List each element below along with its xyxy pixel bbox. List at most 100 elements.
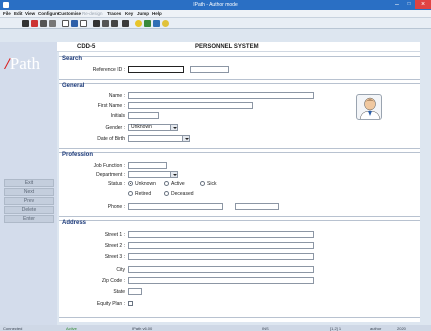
- version-status: IPath v6.00: [132, 325, 153, 331]
- first-name-input[interactable]: [128, 102, 253, 109]
- city-label: City: [116, 267, 125, 273]
- street1-input[interactable]: [128, 231, 314, 238]
- chevron-down-icon[interactable]: [170, 172, 177, 177]
- enter-button[interactable]: Enter: [4, 215, 54, 223]
- gender-label: Gender :: [105, 125, 125, 131]
- chart-icon[interactable]: [122, 20, 129, 27]
- copy-icon[interactable]: [49, 20, 56, 27]
- pie-icon[interactable]: [111, 20, 118, 27]
- state-input[interactable]: [128, 288, 142, 295]
- user-status: author: [370, 325, 382, 331]
- minimize-button[interactable]: –: [391, 0, 403, 9]
- toolbar: [0, 18, 431, 29]
- equity-plan-label: Equity Plan :: [96, 301, 125, 307]
- address-section: Address Street 1 : Street 2 : Street 3 :…: [59, 220, 420, 318]
- menu-configure[interactable]: Configure: [38, 11, 59, 16]
- street2-input[interactable]: [128, 242, 314, 249]
- status-deceased-radio[interactable]: [164, 191, 169, 196]
- profession-title: Profession: [62, 152, 94, 158]
- initials-label: Initials: [110, 113, 125, 119]
- table-icon[interactable]: [93, 20, 100, 27]
- menu-help[interactable]: Help: [152, 11, 162, 16]
- reference-id-input[interactable]: [128, 66, 184, 73]
- status-retired-radio[interactable]: [128, 191, 133, 196]
- system-title: PERSONNEL SYSTEM: [195, 44, 259, 50]
- exit-button[interactable]: Exit: [4, 179, 54, 187]
- first-name-label: First Name :: [97, 103, 125, 109]
- left-pane: /Path Exit Next Prev Delete Enter: [0, 42, 57, 325]
- form-panel: Search Reference ID : General Name : Fir…: [59, 52, 420, 322]
- clock-icon[interactable]: [162, 20, 169, 27]
- position-status: [1,2] 1: [330, 325, 342, 331]
- window-title: IPath - Author mode: [193, 2, 238, 8]
- street2-label: Street 2 :: [104, 243, 125, 249]
- status-unknown-radio[interactable]: [128, 181, 133, 186]
- job-function-label: Job Function :: [93, 163, 125, 169]
- reference-id-label: Reference ID :: [92, 67, 125, 73]
- status-sick-radio[interactable]: [200, 181, 205, 186]
- form-header: CDD-5 PERSONNEL SYSTEM: [57, 42, 420, 52]
- insert-icon[interactable]: [71, 20, 78, 27]
- equity-plan-checkbox[interactable]: [128, 301, 133, 306]
- status-active-label: Active: [171, 181, 185, 187]
- connection-status: Connected: [3, 325, 23, 331]
- delete-button[interactable]: Delete: [4, 206, 54, 214]
- next-button[interactable]: Next: [4, 188, 54, 196]
- department-select[interactable]: [128, 171, 178, 178]
- menu-view[interactable]: View: [25, 11, 35, 16]
- menu-traces[interactable]: Traces: [107, 11, 121, 16]
- zip-input[interactable]: [128, 277, 314, 284]
- state-label: State: [113, 289, 125, 295]
- menu-key[interactable]: Key: [125, 11, 133, 16]
- prev-button[interactable]: Prev: [4, 197, 54, 205]
- name-input[interactable]: [128, 92, 314, 99]
- print-icon[interactable]: [22, 20, 29, 27]
- menu-file[interactable]: File: [3, 11, 11, 16]
- gender-value: Unknown: [131, 124, 152, 130]
- chevron-down-icon[interactable]: [182, 136, 189, 141]
- activity-status: Active: [66, 325, 77, 331]
- title-bar: IPath - Author mode – □ ×: [0, 0, 431, 10]
- menu-edit[interactable]: Edit: [14, 11, 23, 16]
- form-icon[interactable]: [62, 20, 69, 27]
- status-bar: Connected Active IPath v6.00 INS [1,2] 1…: [0, 325, 431, 331]
- status-deceased-label: Deceased: [171, 191, 194, 197]
- gender-select[interactable]: Unknown: [128, 124, 178, 131]
- insert-mode-status: INS: [262, 325, 269, 331]
- dob-label: Date of Birth: [97, 136, 125, 142]
- search-section: Search Reference ID :: [59, 56, 420, 80]
- find-icon[interactable]: [40, 20, 47, 27]
- image-icon[interactable]: [80, 20, 87, 27]
- phone-input[interactable]: [128, 203, 223, 210]
- chevron-down-icon[interactable]: [170, 125, 177, 130]
- profession-section: Profession Job Function : Department : S…: [59, 152, 420, 217]
- form-id: CDD-5: [77, 44, 96, 50]
- address-title: Address: [62, 220, 87, 226]
- status-active-radio[interactable]: [164, 181, 169, 186]
- general-title: General: [62, 83, 85, 89]
- ipath-logo: /Path: [5, 54, 40, 73]
- city-input[interactable]: [128, 266, 314, 273]
- menu-jump[interactable]: Jump: [137, 11, 149, 16]
- street3-label: Street 3 :: [104, 254, 125, 260]
- key-icon[interactable]: [144, 20, 151, 27]
- department-label: Department :: [96, 172, 125, 178]
- maximize-button[interactable]: □: [403, 0, 415, 9]
- fx-icon[interactable]: [102, 20, 109, 27]
- close-button[interactable]: ×: [415, 0, 431, 9]
- dob-select[interactable]: [128, 135, 190, 142]
- status-unknown-label: Unknown: [135, 181, 156, 187]
- initials-input[interactable]: [128, 112, 159, 119]
- street3-input[interactable]: [128, 253, 314, 260]
- street1-label: Street 1 :: [104, 232, 125, 238]
- job-function-input[interactable]: [128, 162, 167, 169]
- preview-icon[interactable]: [31, 20, 38, 27]
- phone-extra-input[interactable]: [235, 203, 279, 210]
- menu-redesign[interactable]: Re-design: [82, 11, 103, 16]
- menu-customise[interactable]: Customise: [58, 11, 81, 16]
- user-icon[interactable]: [153, 20, 160, 27]
- phone-label: Phone :: [107, 204, 125, 210]
- status-retired-label: Retired: [135, 191, 152, 197]
- bulb-icon[interactable]: [135, 20, 142, 27]
- reference-id-extra-input[interactable]: [190, 66, 229, 73]
